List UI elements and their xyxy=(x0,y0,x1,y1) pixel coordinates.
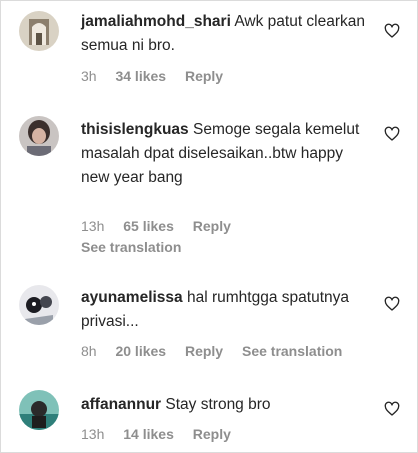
reply-button[interactable]: Reply xyxy=(193,218,231,234)
comment-username[interactable]: affanannur xyxy=(81,396,161,413)
heart-outline-icon[interactable] xyxy=(384,23,400,39)
comment-likes[interactable]: 14 likes xyxy=(123,426,174,442)
avatar[interactable] xyxy=(19,285,59,325)
reply-button[interactable]: Reply xyxy=(193,426,231,442)
heart-outline-icon[interactable] xyxy=(384,126,400,142)
see-translation-link[interactable]: See translation xyxy=(81,239,181,255)
comment-username[interactable]: ayunamelissa xyxy=(81,289,183,306)
comment-username[interactable]: thisislengkuas xyxy=(81,121,189,138)
avatar[interactable] xyxy=(19,116,59,156)
heart-outline-icon[interactable] xyxy=(384,296,400,312)
comment-time[interactable]: 13h xyxy=(81,426,104,442)
see-translation-link[interactable]: See translation xyxy=(242,343,342,359)
comment-likes[interactable]: 34 likes xyxy=(115,68,166,84)
avatar[interactable] xyxy=(19,11,59,51)
comment-text: Stay strong bro xyxy=(165,396,271,413)
avatar[interactable] xyxy=(19,390,59,430)
reply-button[interactable]: Reply xyxy=(185,343,223,359)
comment-time[interactable]: 8h xyxy=(81,343,97,359)
heart-outline-icon[interactable] xyxy=(384,401,400,417)
comment-time[interactable]: 13h xyxy=(81,218,104,234)
comment-time[interactable]: 3h xyxy=(81,68,97,84)
reply-button[interactable]: Reply xyxy=(185,68,223,84)
comment-likes[interactable]: 65 likes xyxy=(123,218,174,234)
comment-username[interactable]: jamaliahmohd_shari xyxy=(81,13,231,30)
comment-likes[interactable]: 20 likes xyxy=(115,343,166,359)
